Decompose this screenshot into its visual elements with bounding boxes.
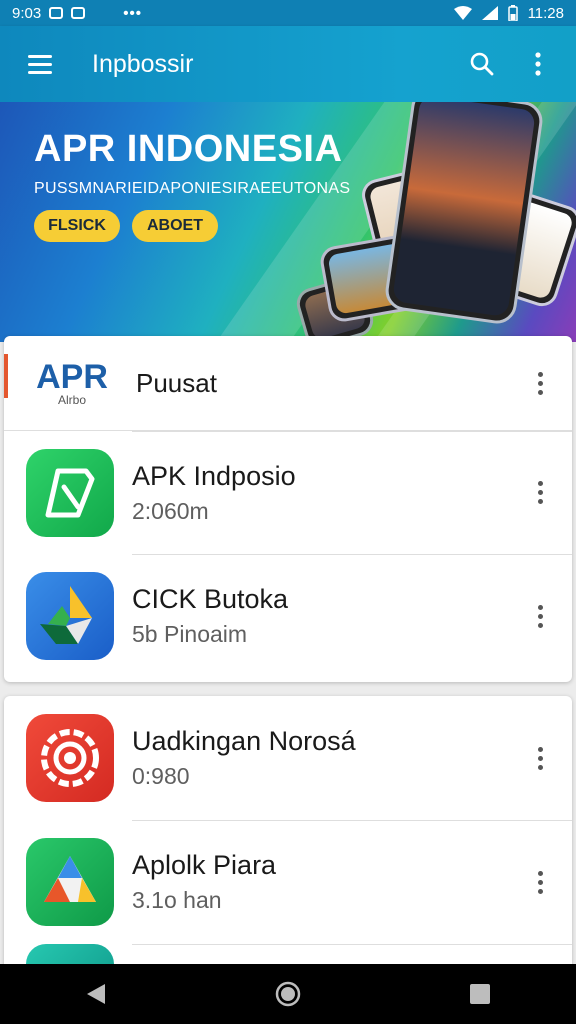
app-meta: 0:980 <box>132 763 190 789</box>
banner-button-1[interactable]: FLSICK <box>34 210 120 242</box>
status-bar: 9:03 ••• 11:28 <box>0 0 576 26</box>
app-name: APK Indposio <box>132 460 296 491</box>
header-item-label: Puusat <box>136 367 217 398</box>
status-time-right: 11:28 <box>527 4 564 22</box>
apps-card-primary: APR Alrbo Puusat APK Indposio 2:060m CIC… <box>4 336 572 682</box>
status-time-left: 9:03 <box>12 4 42 22</box>
app-list-item-apk-indposio[interactable]: APK Indposio 2:060m <box>4 430 572 554</box>
app-meta: 3.1o han <box>132 887 222 913</box>
banner-subtitle: PUSSMNARIEIDAPONIESIRAEEUTONAS <box>34 180 351 197</box>
menu-icon[interactable] <box>10 34 70 94</box>
promo-banner[interactable]: APR INDONESIA PUSSMNARIEIDAPONIESIRAEEUT… <box>0 102 576 342</box>
app-more-icon[interactable] <box>528 473 552 513</box>
app-list-item-cick-butoka[interactable]: CICK Butoka 5b Pinoaim <box>4 554 572 678</box>
battery-icon <box>507 5 518 21</box>
app-meta: 2:060m <box>132 497 209 524</box>
app-bar: Inpbossir <box>0 26 576 102</box>
apr-logo: APR Alrbo <box>30 360 114 406</box>
home-icon[interactable] <box>258 964 318 1024</box>
accent-marker <box>4 354 8 398</box>
search-icon[interactable] <box>454 36 510 92</box>
system-navigation-bar <box>0 964 576 1024</box>
uadkingan-norosa-icon <box>26 714 114 802</box>
app-name: Uadkingan Norosá <box>132 726 356 756</box>
aplolk-piara-icon <box>26 838 114 926</box>
apps-card-secondary: Uadkingan Norosá 0:980 Aplolk Piara 3.1o… <box>4 696 572 976</box>
banner-button-2[interactable]: ABOET <box>132 210 218 242</box>
overflow-menu-icon[interactable] <box>510 36 566 92</box>
app-more-icon[interactable] <box>528 738 552 778</box>
banner-title: APR INDONESIA <box>34 128 343 170</box>
notification-icon <box>49 7 64 19</box>
app-more-icon[interactable] <box>528 862 552 902</box>
header-item-more-icon[interactable] <box>528 363 552 403</box>
app-bar-title: Inpbossir <box>92 49 194 78</box>
header-list-item[interactable]: APR Alrbo Puusat <box>4 336 572 430</box>
app-list-item-uadkingan-norosa[interactable]: Uadkingan Norosá 0:980 <box>4 696 572 820</box>
app-name: Aplolk Piara <box>132 850 277 880</box>
recents-icon[interactable] <box>450 964 510 1024</box>
apk-indposio-icon <box>26 448 114 537</box>
app-meta: 5b Pinoaim <box>132 621 248 647</box>
cick-butoka-icon <box>26 572 114 660</box>
app-more-icon[interactable] <box>528 596 552 636</box>
app-name: CICK Butoka <box>132 584 289 614</box>
signal-icon <box>481 6 498 20</box>
more-notifications-icon: ••• <box>123 4 142 22</box>
back-icon[interactable] <box>66 964 126 1024</box>
gallery-notification-icon <box>71 7 86 19</box>
apr-logo-text: APR <box>36 358 108 396</box>
app-list-item-aplolk-piara[interactable]: Aplolk Piara 3.1o han <box>4 820 572 944</box>
wifi-icon <box>453 6 472 20</box>
